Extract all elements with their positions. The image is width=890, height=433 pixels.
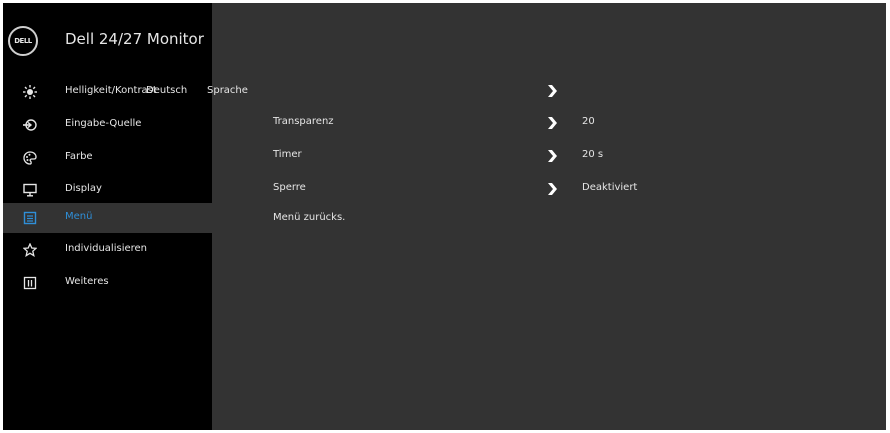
language-value: Deutsch	[146, 85, 188, 96]
sidebar-item-label: Menü	[65, 211, 93, 222]
lock-label[interactable]: Sperre	[273, 182, 306, 193]
sidebar-item-display[interactable]: Display	[3, 175, 212, 205]
chevron-right-icon[interactable]	[547, 150, 557, 162]
sidebar-item-color[interactable]: Farbe	[3, 143, 212, 173]
timer-label[interactable]: Timer	[273, 149, 302, 160]
sidebar-item-label: Weiteres	[65, 276, 109, 287]
sidebar-item-label: Display	[65, 183, 102, 194]
sidebar-item-personalize[interactable]: Individualisieren	[3, 235, 212, 265]
chevron-right-icon[interactable]	[547, 85, 557, 97]
brightness-icon	[23, 85, 37, 99]
sidebar-item-menu[interactable]: Menü	[3, 203, 212, 233]
dell-logo: DELL	[8, 26, 38, 56]
color-palette-icon	[23, 151, 37, 165]
timer-value: 20 s	[582, 149, 604, 160]
language-label[interactable]: Sprache	[207, 85, 248, 96]
info-icon	[23, 276, 37, 290]
chevron-right-icon[interactable]	[547, 117, 557, 129]
display-icon	[23, 183, 37, 197]
monitor-osd: DELL Dell 24/27 Monitor Helligkeit/Kontr…	[0, 0, 890, 433]
sidebar-item-label: Individualisieren	[65, 243, 148, 254]
sidebar-item-others[interactable]: Weiteres	[3, 268, 212, 298]
sidebar-item-label: Eingabe-Quelle	[65, 118, 142, 129]
sidebar-item-label: Helligkeit/Kontrast	[65, 85, 157, 96]
input-source-icon	[23, 118, 37, 132]
transparency-value: 20	[582, 116, 595, 127]
menu-reset-label[interactable]: Menü zurücks.	[273, 212, 345, 223]
lock-value: Deaktiviert	[582, 182, 638, 193]
menu-icon	[23, 211, 37, 225]
sidebar-item-input-source[interactable]: Eingabe-Quelle	[3, 110, 212, 140]
transparency-label[interactable]: Transparenz	[273, 116, 334, 127]
sidebar-item-label: Farbe	[65, 151, 93, 162]
star-icon	[23, 243, 37, 257]
chevron-right-icon[interactable]	[547, 183, 557, 195]
page-title: Dell 24/27 Monitor	[65, 30, 204, 48]
